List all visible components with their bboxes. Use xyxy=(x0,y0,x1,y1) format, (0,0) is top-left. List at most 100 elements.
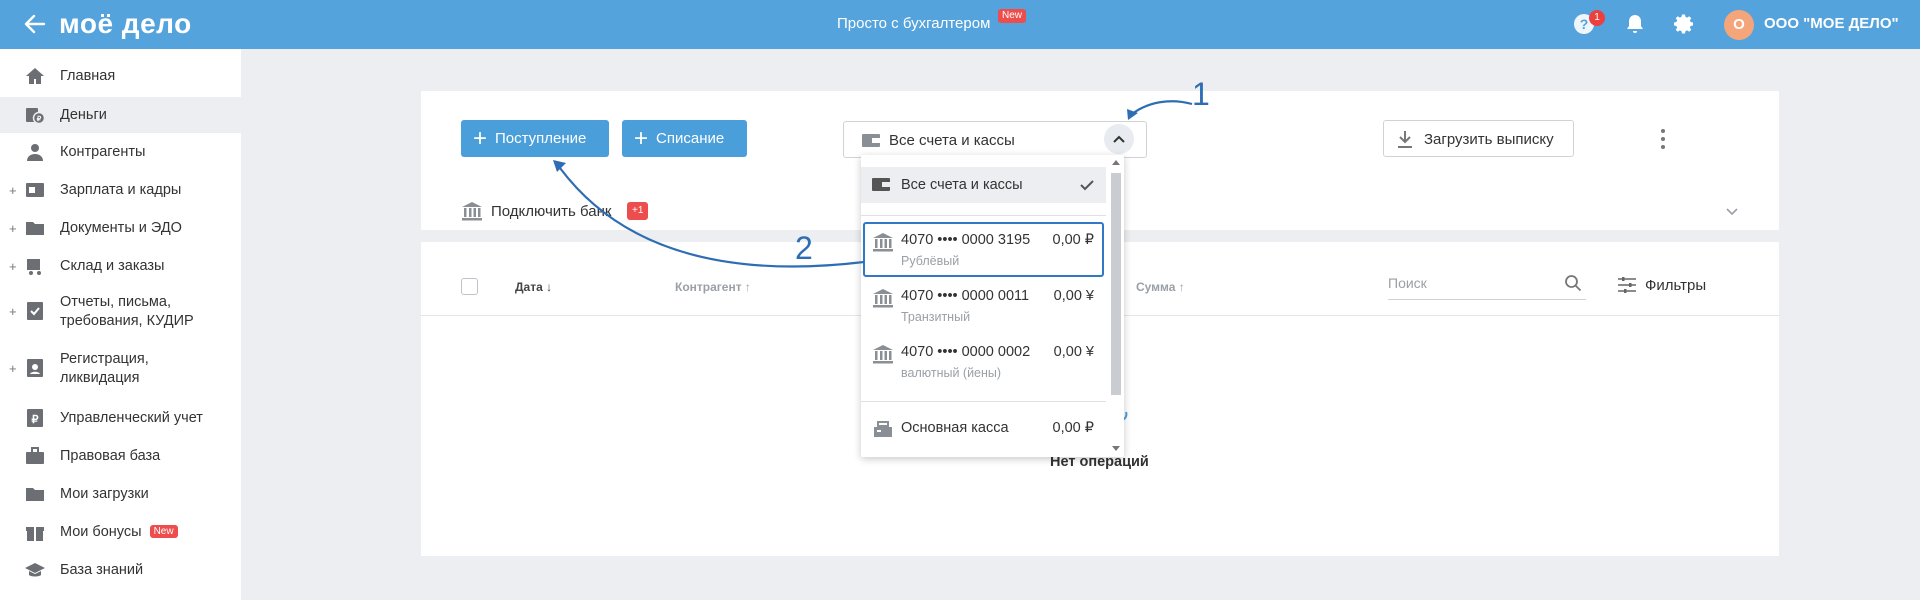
dropdown-divider xyxy=(861,401,1106,402)
connect-bank-link[interactable]: Подключить банк xyxy=(491,203,611,220)
scroll-up-icon[interactable] xyxy=(1112,159,1120,165)
account-dropdown: Все счета и кассы 4070 •••• 0000 3195 0,… xyxy=(861,155,1124,457)
sidebar: Главная ₽ Деньги Контрагенты + Зарплата … xyxy=(0,49,241,600)
cash-balance: 0,00 ₽ xyxy=(1052,420,1094,436)
search-field xyxy=(1388,270,1586,300)
account-number: 4070 •••• 0000 3195 xyxy=(901,232,1031,248)
chevron-down-icon[interactable] xyxy=(1724,205,1740,217)
sidebar-item-salary[interactable]: + Зарплата и кадры xyxy=(0,175,241,205)
account-number: 4070 •••• 0000 0011 xyxy=(901,288,1030,304)
column-amount[interactable]: Сумма ↑ xyxy=(1136,280,1185,294)
dropdown-option-account[interactable]: 4070 •••• 0000 0002 0,00 ¥ валютный (йен… xyxy=(861,337,1106,387)
logo[interactable]: моё дело xyxy=(59,6,192,42)
expand-plus-icon[interactable]: + xyxy=(9,361,17,376)
company-name[interactable]: ООО "МОЕ ДЕЛО" xyxy=(1764,14,1899,34)
sidebar-item-money[interactable]: ₽ Деньги xyxy=(0,97,241,133)
account-type: Транзитный xyxy=(901,310,971,324)
more-menu-icon[interactable] xyxy=(1655,126,1671,152)
sidebar-item-bonuses[interactable]: Мои бонусы New xyxy=(0,517,241,547)
chevron-up-icon xyxy=(1113,135,1125,143)
help-notification-badge: 1 xyxy=(1589,10,1605,26)
briefcase-icon xyxy=(26,447,44,464)
annotation-number-1: 1 xyxy=(1192,76,1210,112)
management-icon: ₽ xyxy=(27,409,43,427)
account-select-value: Все счета и кассы xyxy=(889,132,1015,149)
sidebar-item-downloads[interactable]: Мои загрузки xyxy=(0,479,241,509)
sidebar-item-registration[interactable]: + Регистрация, ликвидация xyxy=(0,348,241,388)
account-type: валютный (йены) xyxy=(901,366,1002,380)
dropdown-option-all-label: Все счета и кассы xyxy=(901,177,1023,193)
filters-label: Фильтры xyxy=(1645,276,1707,294)
gear-icon[interactable] xyxy=(1672,12,1696,36)
contractors-icon xyxy=(27,144,43,161)
account-number: 4070 •••• 0000 0002 xyxy=(901,344,1031,360)
sidebar-item-label: Деньги xyxy=(60,106,107,123)
sidebar-item-reports[interactable]: + Отчеты, письма, требования, КУДИР xyxy=(0,291,241,331)
registration-icon xyxy=(27,359,43,377)
sidebar-item-label: Зарплата и кадры xyxy=(60,181,182,198)
column-contractor[interactable]: Контрагент ↑ xyxy=(675,280,751,294)
folder-icon xyxy=(26,222,44,235)
sidebar-item-label: Отчеты, письма, требования, КУДИР xyxy=(60,294,194,329)
dropdown-option-account[interactable]: 4070 •••• 0000 0011 0,00 ¥ Транзитный xyxy=(861,281,1106,331)
sidebar-item-documents[interactable]: + Документы и ЭДО xyxy=(0,213,241,243)
bank-icon xyxy=(873,289,893,308)
bell-icon[interactable] xyxy=(1623,12,1647,36)
salary-icon xyxy=(26,183,44,197)
back-arrow-icon[interactable] xyxy=(22,11,48,37)
sidebar-item-label: Правовая база xyxy=(60,447,161,464)
sidebar-item-label: Контрагенты xyxy=(60,143,146,160)
bank-icon xyxy=(462,202,482,221)
sidebar-item-knowledge[interactable]: База знаний xyxy=(0,555,241,585)
sidebar-item-contractors[interactable]: Контрагенты xyxy=(0,137,241,167)
top-header: моё дело Просто с бухгалтером New ? 1 О … xyxy=(0,0,1920,49)
sidebar-item-label: Склад и заказы xyxy=(60,257,165,274)
search-input[interactable] xyxy=(1388,270,1548,296)
dropdown-option-cash[interactable]: Основная касса 0,00 ₽ xyxy=(861,411,1106,447)
dropdown-option-account[interactable]: 4070 •••• 0000 3195 0,00 ₽ Рублёвый xyxy=(861,225,1106,275)
plus-icon: + xyxy=(473,124,488,152)
filters-button[interactable]: Фильтры xyxy=(1617,276,1706,294)
home-icon xyxy=(26,68,44,84)
scrollbar-thumb[interactable] xyxy=(1111,173,1121,395)
account-balance: 0,00 ¥ xyxy=(1053,344,1094,360)
cash-register-icon xyxy=(874,421,892,437)
sidebar-item-legal[interactable]: Правовая база xyxy=(0,441,241,471)
account-balance: 0,00 ₽ xyxy=(1052,232,1094,248)
sidebar-item-label: Мои бонусы New xyxy=(60,522,178,542)
sidebar-item-warehouse[interactable]: + Склад и заказы xyxy=(0,251,241,281)
upload-statement-button[interactable]: Загрузить выписку xyxy=(1383,120,1574,157)
expand-plus-icon[interactable]: + xyxy=(9,221,17,236)
sidebar-item-home[interactable]: Главная xyxy=(0,61,241,91)
income-button[interactable]: + Поступление xyxy=(461,120,609,157)
svg-text:₽: ₽ xyxy=(37,115,42,123)
graduation-cap-icon xyxy=(25,563,45,577)
scroll-down-icon[interactable] xyxy=(1112,446,1120,452)
gift-icon xyxy=(26,527,44,541)
sidebar-item-label: Документы и ЭДО xyxy=(60,219,182,236)
account-select[interactable]: Все счета и кассы xyxy=(843,121,1147,158)
svg-text:₽: ₽ xyxy=(32,414,39,426)
expand-plus-icon[interactable]: + xyxy=(9,304,17,319)
promo-link[interactable]: Просто с бухгалтером xyxy=(837,14,990,34)
plus-icon: + xyxy=(634,124,649,152)
dropdown-option-all[interactable]: Все счета и кассы xyxy=(861,167,1106,203)
account-select-toggle[interactable] xyxy=(1104,124,1134,154)
avatar[interactable]: О xyxy=(1724,10,1754,40)
bank-count-badge: +1 xyxy=(627,202,649,220)
annotation-number-2: 2 xyxy=(795,230,813,266)
promo-new-badge: New xyxy=(998,9,1027,23)
bank-icon xyxy=(873,345,893,364)
bank-icon xyxy=(873,233,893,252)
expand-plus-icon[interactable]: + xyxy=(9,259,17,274)
dropdown-scrollbar[interactable] xyxy=(1108,155,1124,457)
account-type: Рублёвый xyxy=(901,254,960,268)
expand-plus-icon[interactable]: + xyxy=(9,183,17,198)
expense-button[interactable]: + Списание xyxy=(622,120,747,157)
search-icon[interactable] xyxy=(1564,274,1582,292)
column-date[interactable]: Дата ↓ xyxy=(515,280,552,294)
sidebar-item-management[interactable]: ₽ Управленческий учет xyxy=(0,403,241,433)
check-icon xyxy=(1080,180,1094,191)
warehouse-icon xyxy=(27,259,41,275)
select-all-checkbox[interactable] xyxy=(461,278,478,295)
